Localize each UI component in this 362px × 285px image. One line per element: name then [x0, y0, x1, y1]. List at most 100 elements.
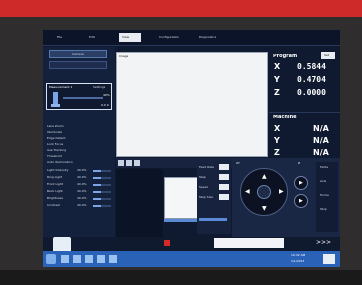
tab-file[interactable]: File [57, 36, 62, 39]
taskbar-app-icon[interactable] [97, 255, 105, 263]
side-button-stop[interactable]: Stop [320, 208, 327, 211]
screen: File Edit View Configuration Diagnostics… [43, 30, 340, 267]
program-value-z: 0.0000 [297, 89, 326, 97]
tab-configuration[interactable]: Configuration [159, 36, 179, 39]
arrow-down-icon[interactable]: ▼ [262, 206, 267, 212]
jog-center[interactable] [257, 185, 271, 199]
menu-bar: File Edit View Configuration Diagnostics [43, 30, 340, 46]
status-input[interactable] [214, 238, 284, 248]
slider-fill [93, 184, 101, 186]
side-button-home[interactable]: Home [320, 194, 329, 197]
monitor-bezel-bottom [0, 270, 362, 285]
option-use-tracking[interactable]: Use Tracking [47, 149, 66, 152]
option-auto-illumination[interactable]: Auto Illumination [47, 161, 73, 164]
side-button-axis[interactable]: Axis [320, 180, 326, 183]
side-button-mode[interactable]: Mode [320, 166, 328, 169]
machine-axis-x: X [274, 125, 281, 133]
z-up-icon: ▶ [299, 181, 303, 186]
record-indicator[interactable] [164, 240, 170, 246]
tab-edit[interactable]: Edit [89, 36, 95, 39]
taskbar-time: 10:32 AM [291, 254, 306, 257]
slider-label: Contrast [47, 204, 60, 207]
forward-arrows-icon[interactable]: >>> [316, 240, 331, 246]
camera-header-button[interactable]: Camera [49, 50, 107, 58]
slider-value: 40.0% [77, 197, 87, 200]
machine-value-z: N/A [313, 149, 329, 157]
machine-axis-z: Z [274, 149, 280, 157]
taskbar-app-icon[interactable] [109, 255, 117, 263]
jog-field-input[interactable] [219, 174, 229, 180]
program-title: Program [273, 54, 298, 59]
program-axis-y: Y [274, 76, 280, 84]
program-set-label: Set [324, 54, 329, 57]
taskbar: 10:32 AM 1/1/2016 [43, 251, 340, 267]
slider-fill [93, 205, 101, 207]
machine-value-x: N/A [313, 125, 329, 133]
jog-field-label: Step Size [199, 196, 213, 199]
option-lock-focus[interactable]: Lock Focus [47, 143, 63, 146]
jog-field-input[interactable] [219, 194, 229, 200]
jog-field-input[interactable] [219, 164, 229, 170]
chart-icon[interactable] [134, 160, 140, 166]
z-down-button[interactable]: ▶ [294, 194, 308, 208]
slider-value: 40.0% [77, 190, 87, 193]
option-illuminate[interactable]: Illuminate [47, 131, 62, 134]
arrow-left-icon[interactable]: ◀ [245, 189, 250, 195]
monitor-red-band [0, 0, 362, 17]
slider-value: 40.0% [77, 204, 87, 207]
program-value-y: 0.4704 [297, 76, 326, 84]
taskbar-app-icon[interactable] [73, 255, 81, 263]
secondary-view [116, 169, 163, 239]
taskbar-app-icon[interactable] [85, 255, 93, 263]
program-axis-x: X [274, 63, 281, 71]
grid-icon[interactable] [118, 160, 124, 166]
option-threshold[interactable]: Threshold [47, 155, 62, 158]
z-up-button[interactable]: ▶ [294, 176, 308, 190]
jog-panel: XY ▲ ▼ ◀ ▶ Z ▶ ▶ Mode Axis Home Stop [232, 158, 340, 238]
notification-icon[interactable] [323, 254, 335, 264]
start-icon[interactable] [46, 254, 56, 264]
jog-field-input[interactable] [219, 184, 229, 190]
jog-progress [199, 218, 227, 221]
arrow-up-icon[interactable]: ▲ [262, 174, 267, 180]
program-axis-z: Z [274, 89, 280, 97]
option-edge-detect[interactable]: Edge Detect [47, 137, 66, 140]
arrow-right-icon[interactable]: ▶ [279, 189, 284, 195]
slider-fill [93, 177, 101, 179]
jog-fields: Feed Rate Step Speed Step Size [197, 162, 231, 234]
slider-track[interactable] [93, 191, 111, 193]
slider-label: Front Light [47, 183, 64, 186]
table-icon[interactable] [126, 160, 132, 166]
program-value-x: 0.5844 [297, 63, 326, 71]
slider-label: Light Intensity [47, 169, 69, 172]
tab-view[interactable]: View [119, 33, 141, 42]
slider-track[interactable] [93, 184, 111, 186]
tab-diagnostics[interactable]: Diagnostics [199, 36, 216, 39]
measurement-box: Measurement 1 Settings 40% 0.0 X [46, 83, 112, 110]
side-buttons: Mode Axis Home Stop [316, 162, 338, 232]
footer-bar: >>> [116, 237, 340, 249]
slider-label: Brightness [47, 197, 63, 200]
taskbar-date: 1/1/2016 [291, 260, 305, 263]
slider-label: Ring Light [47, 176, 63, 179]
jog-field-label: Feed Rate [199, 166, 214, 169]
measurement-title: Measurement 1 [49, 86, 73, 89]
slider-track[interactable] [93, 170, 111, 172]
slider-value: 40.0% [77, 183, 87, 186]
zoom-slider[interactable] [63, 97, 103, 99]
camera-view-label: Image [119, 55, 129, 58]
camera-sub-button[interactable] [49, 61, 107, 69]
jog-xy-label: XY [236, 162, 240, 165]
program-panel: Program Set X 0.5844 Y 0.4704 Z 0.0000 [269, 48, 340, 110]
machine-title: Machine [273, 115, 297, 120]
program-set-button[interactable]: Set [321, 52, 335, 59]
slider-track[interactable] [93, 177, 111, 179]
measurement-settings[interactable]: Settings [93, 86, 105, 89]
taskbar-app-icon[interactable] [61, 255, 69, 263]
camera-view: Image [116, 52, 268, 157]
slider-track[interactable] [93, 205, 111, 207]
jog-field-label: Speed [199, 186, 209, 189]
slider-track[interactable] [93, 198, 111, 200]
option-lens-zoom[interactable]: Lens Zoom [47, 125, 64, 128]
measurement-value-2: 0.0 X [101, 104, 109, 107]
